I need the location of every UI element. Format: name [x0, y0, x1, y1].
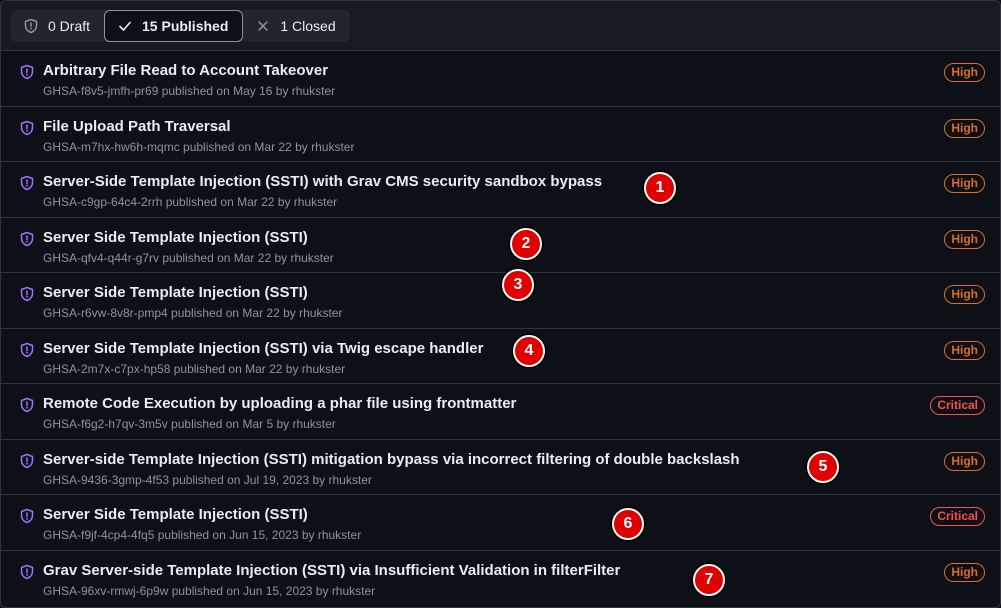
advisory-row[interactable]: Server-Side Template Injection (SSTI) wi… — [1, 162, 1000, 218]
advisory-title[interactable]: File Upload Path Traversal — [43, 118, 231, 135]
shield-icon — [19, 342, 35, 358]
advisory-meta: GHSA-f8v5-jmfh-pr69 published on May 16 … — [43, 84, 336, 98]
shield-icon — [19, 453, 35, 469]
advisory-title[interactable]: Server Side Template Injection (SSTI) — [43, 284, 308, 301]
step-marker: 5 — [807, 451, 839, 483]
shield-icon — [19, 397, 35, 413]
advisory-row[interactable]: Server Side Template Injection (SSTI) GHS… — [1, 273, 1000, 329]
advisory-meta: GHSA-f6g2-h7qv-3m5v published on Mar 5 b… — [43, 417, 336, 431]
advisory-row[interactable]: Remote Code Execution by uploading a pha… — [1, 384, 1000, 440]
advisory-title[interactable]: Server-side Template Injection (SSTI) mi… — [43, 451, 740, 468]
severity-badge: Critical — [930, 507, 985, 526]
advisory-title[interactable]: Grav Server-side Template Injection (SST… — [43, 562, 620, 579]
advisories-panel: 0 Draft 15 Published 1 Closed Arbitrary … — [0, 0, 1001, 608]
state-tabbar: 0 Draft 15 Published 1 Closed — [1, 1, 1000, 51]
advisory-row[interactable]: Server Side Template Injection (SSTI) vi… — [1, 329, 1000, 384]
severity-badge: High — [944, 118, 985, 138]
shield-icon — [19, 564, 35, 580]
shield-icon — [23, 18, 39, 34]
advisory-meta: GHSA-qfv4-q44r-g7rv published on Mar 22 … — [43, 250, 334, 265]
advisory-meta: GHSA-f9jf-4cp4-4fq5 published on Jun 15,… — [43, 528, 362, 542]
severity-badge: High — [944, 562, 985, 582]
advisory-meta: GHSA-m7hx-hw6h-mqmc published on Mar 22 … — [43, 139, 355, 154]
advisory-row[interactable]: File Upload Path Traversal GHSA-m7hx-hw6h… — [1, 107, 1000, 162]
shield-icon — [19, 231, 35, 247]
shield-icon — [19, 286, 35, 302]
advisory-meta: GHSA-c9gp-64c4-2rrh published on Mar 22 … — [43, 195, 338, 209]
tab-draft-label: 0 Draft — [48, 17, 91, 34]
severity-badge: High — [944, 451, 985, 471]
advisory-row[interactable]: Grav Server-side Template Injection (SST… — [1, 551, 1000, 607]
advisory-meta: GHSA-9436-3gmp-4f53 published on Jul 19,… — [43, 472, 372, 487]
severity-badge: High — [944, 340, 985, 360]
step-marker: 4 — [513, 335, 545, 367]
advisory-title[interactable]: Server Side Template Injection (SSTI) — [43, 229, 308, 246]
tab-closed-label: 1 Closed — [280, 17, 336, 34]
severity-badge: Critical — [930, 396, 985, 415]
advisory-row[interactable]: Arbitrary File Read to Account Takeover G… — [1, 51, 1000, 107]
severity-badge: High — [944, 229, 985, 249]
advisory-row[interactable]: Server Side Template Injection (SSTI) GHS… — [1, 218, 1000, 273]
step-marker: 7 — [693, 564, 725, 596]
advisory-title[interactable]: Server Side Template Injection (SSTI) — [43, 506, 308, 523]
check-icon — [117, 18, 133, 34]
tab-published[interactable]: 15 Published — [104, 9, 244, 42]
close-icon — [255, 18, 271, 34]
advisory-title[interactable]: Server-Side Template Injection (SSTI) wi… — [43, 173, 602, 190]
step-marker: 3 — [502, 269, 534, 301]
severity-badge: High — [944, 63, 985, 82]
tab-published-label: 15 Published — [142, 17, 229, 34]
advisory-meta: GHSA-r6vw-8v8r-pmp4 published on Mar 22 … — [43, 306, 343, 320]
tab-closed[interactable]: 1 Closed — [243, 10, 349, 42]
advisory-meta: GHSA-96xv-rmwj-6p9w published on Jun 15,… — [43, 583, 376, 598]
shield-icon — [19, 120, 35, 136]
state-tab-group: 0 Draft 15 Published 1 Closed — [11, 9, 350, 42]
tab-draft[interactable]: 0 Draft — [11, 10, 104, 42]
shield-icon — [19, 175, 35, 191]
shield-icon — [19, 64, 35, 80]
advisory-row[interactable]: Server-side Template Injection (SSTI) mi… — [1, 440, 1000, 495]
severity-badge: High — [944, 285, 985, 304]
advisory-meta: GHSA-2m7x-c7px-hp58 published on Mar 22 … — [43, 361, 346, 376]
advisory-title[interactable]: Server Side Template Injection (SSTI) vi… — [43, 340, 483, 357]
step-marker: 6 — [612, 508, 644, 540]
advisory-row[interactable]: Server Side Template Injection (SSTI) GHS… — [1, 495, 1000, 551]
advisory-title[interactable]: Arbitrary File Read to Account Takeover — [43, 62, 328, 79]
severity-badge: High — [944, 174, 985, 193]
advisory-title[interactable]: Remote Code Execution by uploading a pha… — [43, 395, 516, 412]
step-marker: 1 — [644, 172, 676, 204]
shield-icon — [19, 508, 35, 524]
advisory-list: Arbitrary File Read to Account Takeover G… — [1, 51, 1000, 606]
step-marker: 2 — [510, 228, 542, 260]
